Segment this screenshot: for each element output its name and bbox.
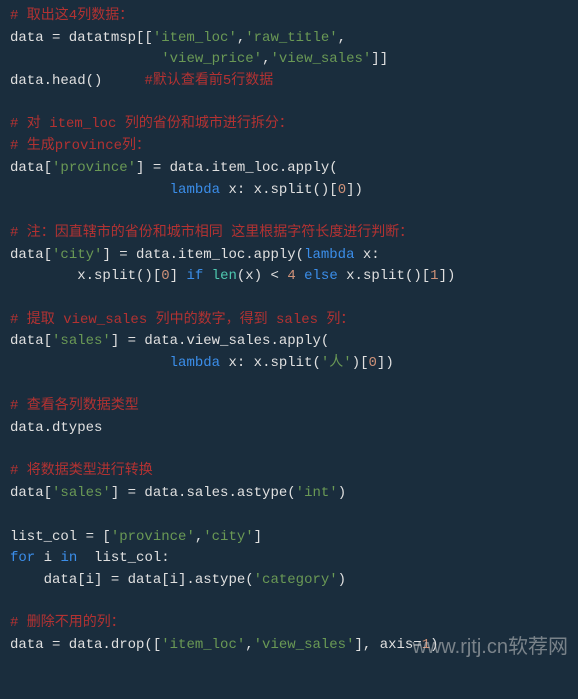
code-line: x.split()[0] if len(x) < 4 else x.split(…	[10, 268, 455, 284]
comment: # 对 item_loc 列的省份和城市进行拆分：	[10, 116, 293, 132]
code-line: data.head() #默认查看前5行数据	[10, 73, 273, 89]
comment: # 注：因直辖市的省份和城市相同 这里根据字符长度进行判断：	[10, 225, 413, 241]
comment: # 取出这4列数据：	[10, 8, 133, 24]
comment: # 将数据类型进行转换	[10, 463, 153, 479]
comment: # 删除不用的列：	[10, 615, 125, 631]
comment: # 查看各列数据类型	[10, 398, 139, 414]
comment: # 生成province列：	[10, 138, 150, 154]
code-line: data['sales'] = data.sales.astype('int')	[10, 485, 346, 501]
code-line: data['sales'] = data.view_sales.apply(	[10, 333, 329, 349]
code-line: data['province'] = data.item_loc.apply(	[10, 160, 338, 176]
comment: #默认查看前5行数据	[144, 73, 273, 89]
code-line: data[i] = data[i].astype('category')	[10, 572, 346, 588]
comment: # 提取 view_sales 列中的数字，得到 sales 列：	[10, 312, 354, 328]
code-line: list_col = ['province','city']	[10, 529, 262, 545]
code-line: data.dtypes	[10, 420, 102, 436]
code-line: data['city'] = data.item_loc.apply(lambd…	[10, 247, 380, 263]
code-block: # 取出这4列数据： data = datatmsp[['item_loc','…	[10, 6, 568, 657]
code-line: data = data.drop(['item_loc','view_sales…	[10, 637, 439, 653]
code-line: 'view_price','view_sales']]	[10, 51, 388, 67]
code-line: lambda x: x.split('人')[0])	[10, 355, 394, 371]
code-line: for i in list_col:	[10, 550, 170, 566]
code-line: lambda x: x.split()[0])	[10, 182, 363, 198]
code-line: data = datatmsp[['item_loc','raw_title',	[10, 30, 346, 46]
